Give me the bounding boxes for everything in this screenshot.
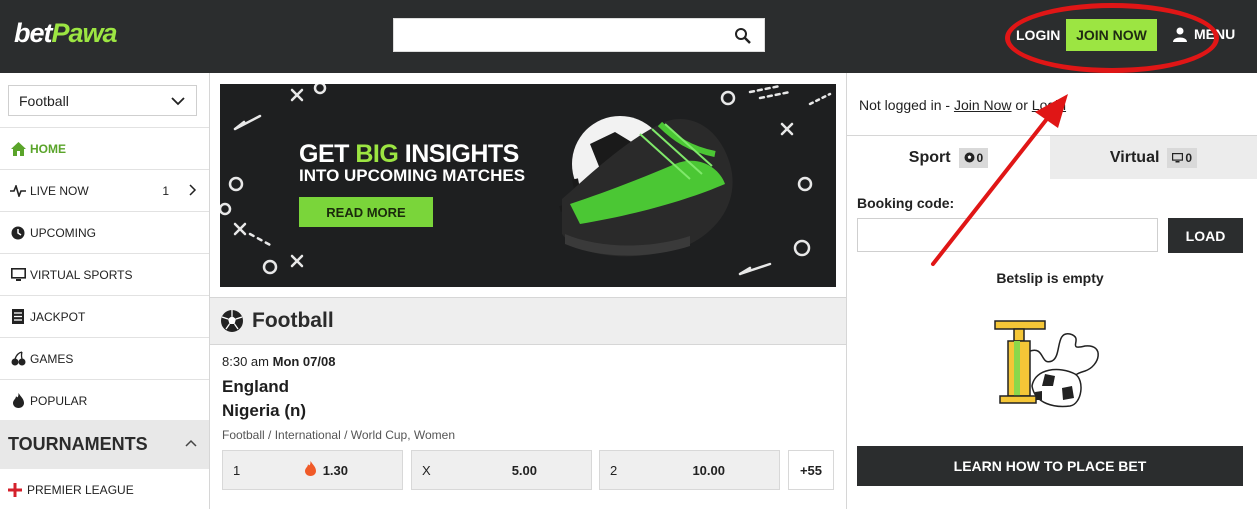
sport-select[interactable]: Football [8,85,197,116]
monitor-icon [1172,152,1184,162]
betslip-join-now-link[interactable]: Join Now [954,97,1012,113]
or-text: or [1011,97,1032,113]
sidebar-item-label: LIVE NOW [30,183,89,198]
chevron-right-icon [189,184,197,196]
more-markets-button[interactable]: +55 [788,450,834,490]
away-team[interactable]: Nigeria (n) [222,401,306,421]
odd-value: 1.30 [322,463,348,478]
search-icon[interactable] [734,27,752,45]
sidebar-item-label: VIRTUAL SPORTS [30,267,133,282]
sidebar-item-live-now[interactable]: LIVE NOW 1 [0,169,209,211]
sidebar-item-label: JACKPOT [30,309,86,324]
betslip-login-link[interactable]: Login [1032,97,1066,113]
pulse-icon [10,183,26,199]
sidebar-nav: HOME LIVE NOW 1 UPCOMING VIRTUAL SPORTS [0,127,209,421]
chevron-up-icon [185,439,197,447]
load-button[interactable]: LOAD [1168,218,1243,253]
match-competition: Football / International / World Cup, Wo… [222,428,456,442]
search-input[interactable] [394,19,724,51]
sidebar-item-home[interactable]: HOME [0,127,209,169]
home-icon [10,141,26,157]
sport-select-value: Football [19,92,69,109]
annotation-circle [1005,3,1219,73]
chevron-down-icon [171,97,185,106]
odd-key: 1 [233,463,241,478]
tournaments-title: TOURNAMENTS [8,434,148,454]
booking-code-input[interactable] [857,218,1158,252]
england-flag-icon [8,483,22,497]
ticket-icon [10,309,26,325]
banner-subheadline: INTO UPCOMING MATCHES [299,166,526,185]
odd-value: 10.00 [692,463,725,478]
odd-value: 5.00 [511,463,537,478]
virtual-count-badge: 0 [1167,147,1198,168]
football-icon [964,152,975,163]
not-logged-in-notice: Not logged in - Join Now or Login [859,97,1066,113]
learn-how-to-place-bet-button[interactable]: LEARN HOW TO PLACE BET [857,446,1243,486]
monitor-icon [10,267,26,283]
booking-code-label: Booking code: [857,195,955,211]
football-section-header: Football [210,297,847,345]
premier-league-label: PREMIER LEAGUE [27,483,134,497]
tab-virtual[interactable]: Virtual 0 [1050,136,1257,179]
tab-sport-label: Sport [908,148,951,166]
tournament-premier-league[interactable]: PREMIER LEAGUE [0,469,209,509]
cherries-icon [10,351,26,367]
sidebar-item-label: POPULAR [30,393,88,408]
search-box [393,18,765,52]
virtual-count: 0 [1185,150,1193,165]
odd-button-x[interactable]: X 5.00 [411,450,592,490]
section-title: Football [252,309,334,332]
sidebar-item-popular[interactable]: POPULAR [0,379,209,421]
banner-headline: GET BIG INSIGHTS [299,140,519,168]
flame-icon [305,461,316,476]
live-count: 1 [162,183,169,198]
tab-sport[interactable]: Sport 0 [847,136,1050,179]
tournaments-header[interactable]: TOURNAMENTS [0,420,209,469]
sport-count-badge: 0 [958,147,989,168]
deflated-ball-pump-illustration [994,320,1099,408]
betpawa-logo[interactable]: betPawa [14,18,118,49]
sidebar-item-label: UPCOMING [30,225,96,240]
sidebar-item-virtual-sports[interactable]: VIRTUAL SPORTS [0,253,209,295]
sidebar-item-upcoming[interactable]: UPCOMING [0,211,209,253]
sport-count: 0 [976,150,984,165]
clock-icon [10,225,26,241]
odd-key: 2 [610,463,618,478]
sidebar-item-label: HOME [30,141,66,156]
logo-pawa-text: Pawa [51,18,118,48]
promo-banner[interactable]: GET BIG INSIGHTS INTO UPCOMING MATCHES R… [220,84,836,287]
left-sidebar: Football HOME LIVE NOW 1 UPCOMING VIRTUA… [0,73,210,509]
read-more-button[interactable]: READ MORE [299,197,433,227]
odd-key: X [422,463,431,478]
sidebar-item-jackpot[interactable]: JACKPOT [0,295,209,337]
match-datetime: 8:30 am Mon 07/08 [222,354,335,369]
logo-bet-text: bet [14,18,52,48]
betslip-empty-text: Betslip is empty [996,270,1104,286]
match-time: 8:30 am [222,354,269,369]
odd-button-2[interactable]: 2 10.00 [599,450,780,490]
tab-virtual-label: Virtual [1109,148,1160,166]
football-icon [221,310,243,332]
sidebar-item-games[interactable]: GAMES [0,337,209,379]
sidebar-item-label: GAMES [30,351,74,366]
odd-button-1[interactable]: 1 1.30 [222,450,403,490]
not-logged-text: Not logged in - [859,97,954,113]
flame-icon [10,393,26,409]
home-team[interactable]: England [222,377,289,397]
match-date: Mon 07/08 [272,354,336,369]
